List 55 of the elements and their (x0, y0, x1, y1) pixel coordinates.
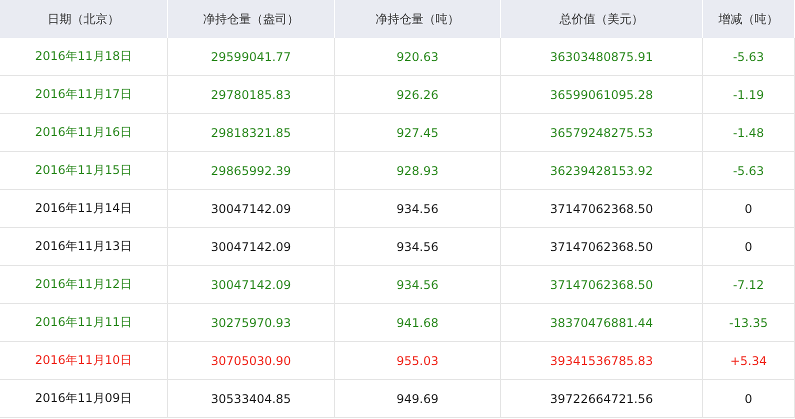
table-cell: 30047142.09 (168, 266, 335, 304)
table-cell: 39341536785.83 (501, 342, 703, 380)
table-cell: 39722664721.56 (501, 380, 703, 418)
table-cell: 0 (703, 380, 795, 418)
table-cell: 29865992.39 (168, 152, 335, 190)
table-cell: +5.34 (703, 342, 795, 380)
column-header: 净持仓量（盎司） (168, 0, 335, 38)
table-cell: 2016年11月09日 (0, 380, 168, 418)
column-header: 净持仓量（吨） (335, 0, 501, 38)
table-cell: 2016年11月11日 (0, 304, 168, 342)
table-cell: 928.93 (335, 152, 501, 190)
table-cell: 2016年11月14日 (0, 190, 168, 228)
table-cell: 955.03 (335, 342, 501, 380)
table-cell: 37147062368.50 (501, 190, 703, 228)
table-cell: 2016年11月10日 (0, 342, 168, 380)
table-cell: 38370476881.44 (501, 304, 703, 342)
table-cell: 30047142.09 (168, 228, 335, 266)
table-cell: 0 (703, 190, 795, 228)
table-cell: 37147062368.50 (501, 228, 703, 266)
table-cell: 2016年11月13日 (0, 228, 168, 266)
table-cell: 920.63 (335, 38, 501, 76)
table-cell: -5.63 (703, 152, 795, 190)
table-cell: 29780185.83 (168, 76, 335, 114)
table-cell: 934.56 (335, 266, 501, 304)
table-cell: 949.69 (335, 380, 501, 418)
table-cell: 36303480875.91 (501, 38, 703, 76)
table-cell: 934.56 (335, 228, 501, 266)
table-cell: -13.35 (703, 304, 795, 342)
table-cell: 2016年11月17日 (0, 76, 168, 114)
table-cell: 37147062368.50 (501, 266, 703, 304)
table-cell: 941.68 (335, 304, 501, 342)
table-cell: -1.19 (703, 76, 795, 114)
table-cell: -7.12 (703, 266, 795, 304)
table-cell: 29818321.85 (168, 114, 335, 152)
column-header: 增减（吨） (703, 0, 795, 38)
table-cell: 0 (703, 228, 795, 266)
table-cell: 36239428153.92 (501, 152, 703, 190)
table-cell: -5.63 (703, 38, 795, 76)
column-header: 日期（北京） (0, 0, 168, 38)
table-cell: 2016年11月15日 (0, 152, 168, 190)
table-cell: 2016年11月16日 (0, 114, 168, 152)
table-cell: 2016年11月12日 (0, 266, 168, 304)
table-cell: 30705030.90 (168, 342, 335, 380)
table-cell: 36579248275.53 (501, 114, 703, 152)
table-cell: 30047142.09 (168, 190, 335, 228)
table-cell: 926.26 (335, 76, 501, 114)
table-cell: 934.56 (335, 190, 501, 228)
table-cell: 36599061095.28 (501, 76, 703, 114)
table-cell: 30275970.93 (168, 304, 335, 342)
table-cell: 2016年11月18日 (0, 38, 168, 76)
table-cell: 30533404.85 (168, 380, 335, 418)
table-cell: 927.45 (335, 114, 501, 152)
column-header: 总价值（美元） (501, 0, 703, 38)
table-cell: 29599041.77 (168, 38, 335, 76)
table-cell: -1.48 (703, 114, 795, 152)
